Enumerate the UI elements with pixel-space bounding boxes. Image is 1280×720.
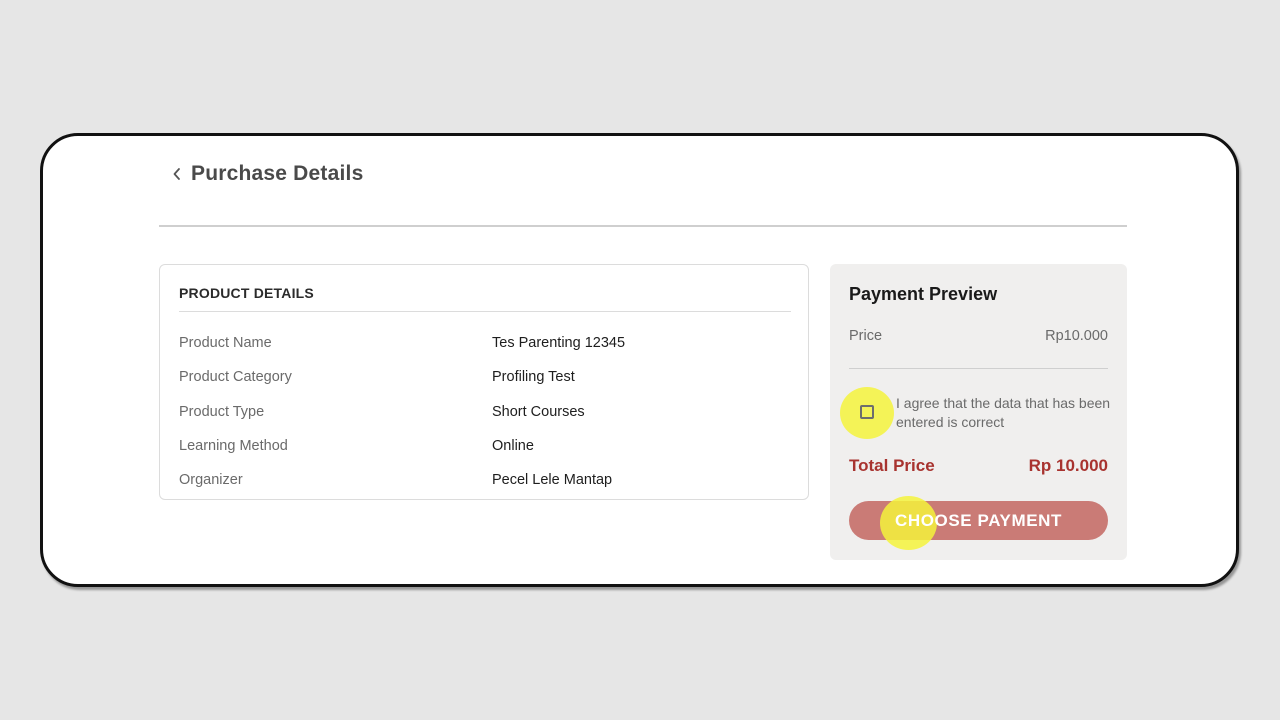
price-label: Price	[849, 328, 883, 344]
detail-label: Learning Method	[179, 438, 288, 455]
detail-row-learning-method: Learning Method Online	[179, 429, 791, 463]
price-row: Price Rp10.000	[849, 328, 1108, 344]
detail-value: Tes Parenting 12345	[492, 335, 626, 352]
product-details-list: Product Name Tes Parenting 12345 Product…	[179, 326, 791, 497]
preview-divider	[849, 368, 1108, 369]
card-divider	[179, 311, 791, 312]
back-button[interactable]	[169, 162, 185, 186]
detail-row-product-type: Product Type Short Courses	[179, 395, 791, 429]
agree-checkbox[interactable]	[860, 405, 874, 419]
detail-value: Online	[492, 438, 534, 455]
choose-payment-button[interactable]: CHOOSE PAYMENT	[849, 496, 1108, 550]
detail-label: Organizer	[179, 472, 243, 489]
detail-value: Pecel Lele Mantap	[492, 472, 613, 489]
price-value: Rp10.000	[1045, 328, 1108, 344]
page-header: Purchase Details	[169, 162, 363, 186]
detail-value: Profiling Test	[492, 369, 575, 386]
payment-preview-panel: Payment Preview Price Rp10.000 I agree t…	[830, 264, 1127, 560]
detail-row-product-category: Product Category Profiling Test	[179, 360, 791, 394]
detail-label: Product Type	[179, 403, 265, 420]
detail-row-organizer: Organizer Pecel Lele Mantap	[179, 463, 791, 497]
detail-row-product-name: Product Name Tes Parenting 12345	[179, 326, 791, 360]
total-price-row: Total Price Rp 10.000	[849, 456, 1108, 476]
detail-label: Product Name	[179, 335, 272, 352]
detail-label: Product Category	[179, 369, 292, 386]
header-divider	[159, 225, 1127, 227]
detail-value: Short Courses	[492, 403, 585, 420]
app-window: Purchase Details PRODUCT DETAILS Product…	[40, 133, 1239, 587]
chevron-left-icon	[173, 168, 180, 180]
total-price-label: Total Price	[849, 456, 935, 475]
agreement-row: I agree that the data that has been ente…	[840, 387, 1111, 439]
payment-preview-title: Payment Preview	[849, 284, 998, 304]
product-details-title: PRODUCT DETAILS	[179, 285, 314, 301]
product-details-card: PRODUCT DETAILS Product Name Tes Parenti…	[159, 264, 809, 500]
choose-payment-label: CHOOSE PAYMENT	[894, 511, 1063, 530]
total-price-value: Rp 10.000	[1028, 456, 1108, 475]
page-title: Purchase Details	[191, 162, 364, 185]
agree-label: I agree that the data that has been ente…	[896, 395, 1111, 430]
